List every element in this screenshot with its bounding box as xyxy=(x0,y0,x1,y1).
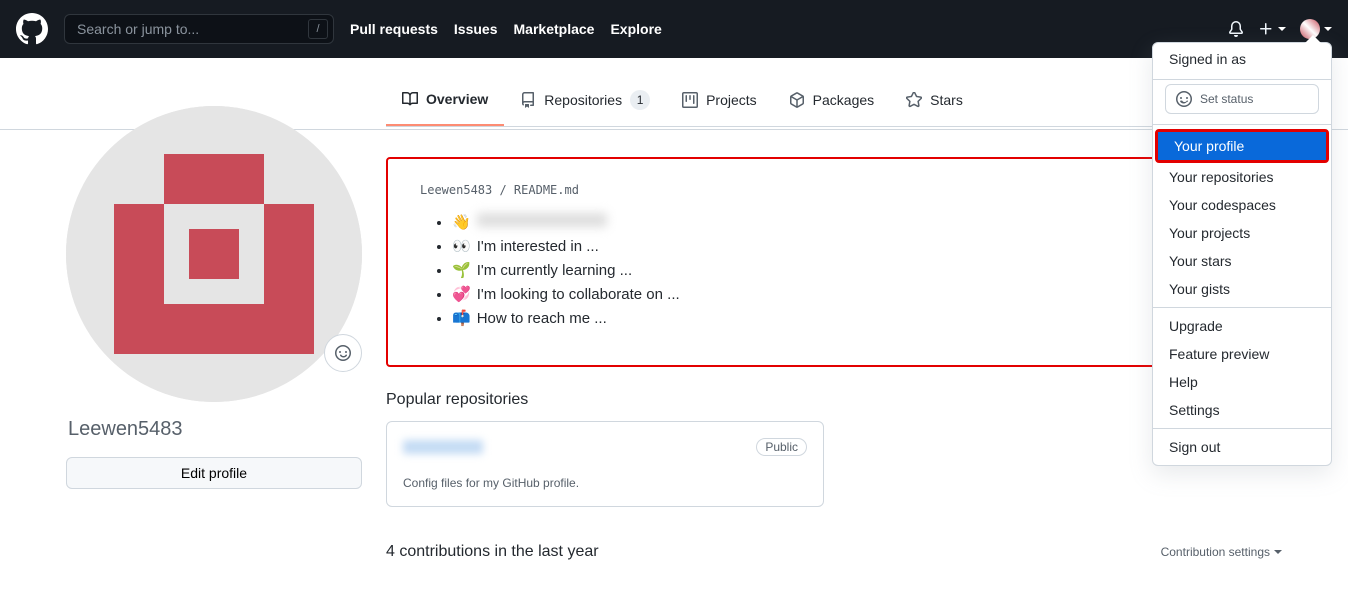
profile-username: Leewen5483 xyxy=(66,418,362,441)
contribution-settings-dropdown[interactable]: Contribution settings xyxy=(1161,545,1282,559)
tab-repositories[interactable]: Repositories 1 xyxy=(504,82,666,126)
menu-your-gists[interactable]: Your gists xyxy=(1153,275,1331,303)
profile-sidebar: Leewen5483 Edit profile xyxy=(66,58,362,561)
nav-pull-requests[interactable]: Pull requests xyxy=(350,21,438,37)
edit-profile-button[interactable]: Edit profile xyxy=(66,457,362,489)
set-status-label: Set status xyxy=(1200,92,1253,106)
profile-tabs: Overview Repositories 1 Projects Package… xyxy=(386,82,1282,127)
menu-your-codespaces[interactable]: Your codespaces xyxy=(1153,191,1331,219)
visibility-badge: Public xyxy=(756,438,807,456)
contributions-heading: 4 contributions in the last year xyxy=(386,543,599,561)
create-new-dropdown[interactable] xyxy=(1258,21,1286,37)
readme-path: Leewen5483 / README.md xyxy=(420,183,1248,197)
readme-item-hi: 👋 xyxy=(452,213,1248,231)
menu-your-profile[interactable]: Your profile xyxy=(1158,132,1326,160)
repo-count-badge: 1 xyxy=(630,90,650,110)
nav-issues[interactable]: Issues xyxy=(454,21,498,37)
repo-description: Config files for my GitHub profile. xyxy=(403,476,807,490)
user-dropdown-menu: Signed in as Set status Your profile You… xyxy=(1152,42,1332,466)
tab-overview[interactable]: Overview xyxy=(386,82,504,126)
notifications-icon[interactable] xyxy=(1228,21,1244,37)
your-profile-highlight: Your profile xyxy=(1155,129,1329,163)
readme-item-collab: 💞️I'm looking to collaborate on ... xyxy=(452,285,1248,303)
tab-packages[interactable]: Packages xyxy=(773,82,890,126)
global-header: / Pull requests Issues Marketplace Explo… xyxy=(0,0,1348,58)
tab-projects-label: Projects xyxy=(706,92,757,108)
search-box[interactable]: / xyxy=(64,14,334,44)
github-logo[interactable] xyxy=(16,13,48,45)
nav-marketplace[interactable]: Marketplace xyxy=(514,21,595,37)
tab-repositories-label: Repositories xyxy=(544,92,622,108)
nav-explore[interactable]: Explore xyxy=(610,21,661,37)
tab-projects[interactable]: Projects xyxy=(666,82,773,126)
menu-sign-out[interactable]: Sign out xyxy=(1153,433,1331,461)
menu-your-stars[interactable]: Your stars xyxy=(1153,247,1331,275)
popular-repos-title: Popular repositories xyxy=(386,391,1282,409)
menu-help[interactable]: Help xyxy=(1153,368,1331,396)
menu-feature-preview[interactable]: Feature preview xyxy=(1153,340,1331,368)
set-status-button[interactable]: Set status xyxy=(1165,84,1319,114)
menu-your-repositories[interactable]: Your repositories xyxy=(1153,163,1331,191)
menu-upgrade[interactable]: Upgrade xyxy=(1153,312,1331,340)
slash-key-hint: / xyxy=(308,19,328,39)
tab-packages-label: Packages xyxy=(813,92,874,108)
signed-in-as: Signed in as xyxy=(1153,43,1331,75)
readme-item-interested: 👀I'm interested in ... xyxy=(452,237,1248,255)
readme-item-reach: 📫How to reach me ... xyxy=(452,309,1248,327)
repo-card[interactable]: Public Config files for my GitHub profil… xyxy=(386,421,824,507)
profile-readme-box: Leewen5483 / README.md 👋 👀I'm interested… xyxy=(386,157,1282,367)
tab-stars[interactable]: Stars xyxy=(890,82,979,126)
profile-avatar[interactable] xyxy=(66,106,362,402)
search-input[interactable] xyxy=(64,14,334,44)
header-nav: Pull requests Issues Marketplace Explore xyxy=(350,21,662,37)
profile-status-button[interactable] xyxy=(324,334,362,372)
menu-your-projects[interactable]: Your projects xyxy=(1153,219,1331,247)
caret-down-icon xyxy=(1274,550,1282,554)
tab-overview-label: Overview xyxy=(426,91,488,107)
tab-stars-label: Stars xyxy=(930,92,963,108)
readme-item-learning: 🌱I'm currently learning ... xyxy=(452,261,1248,279)
repo-name[interactable] xyxy=(403,440,483,454)
menu-settings[interactable]: Settings xyxy=(1153,396,1331,424)
